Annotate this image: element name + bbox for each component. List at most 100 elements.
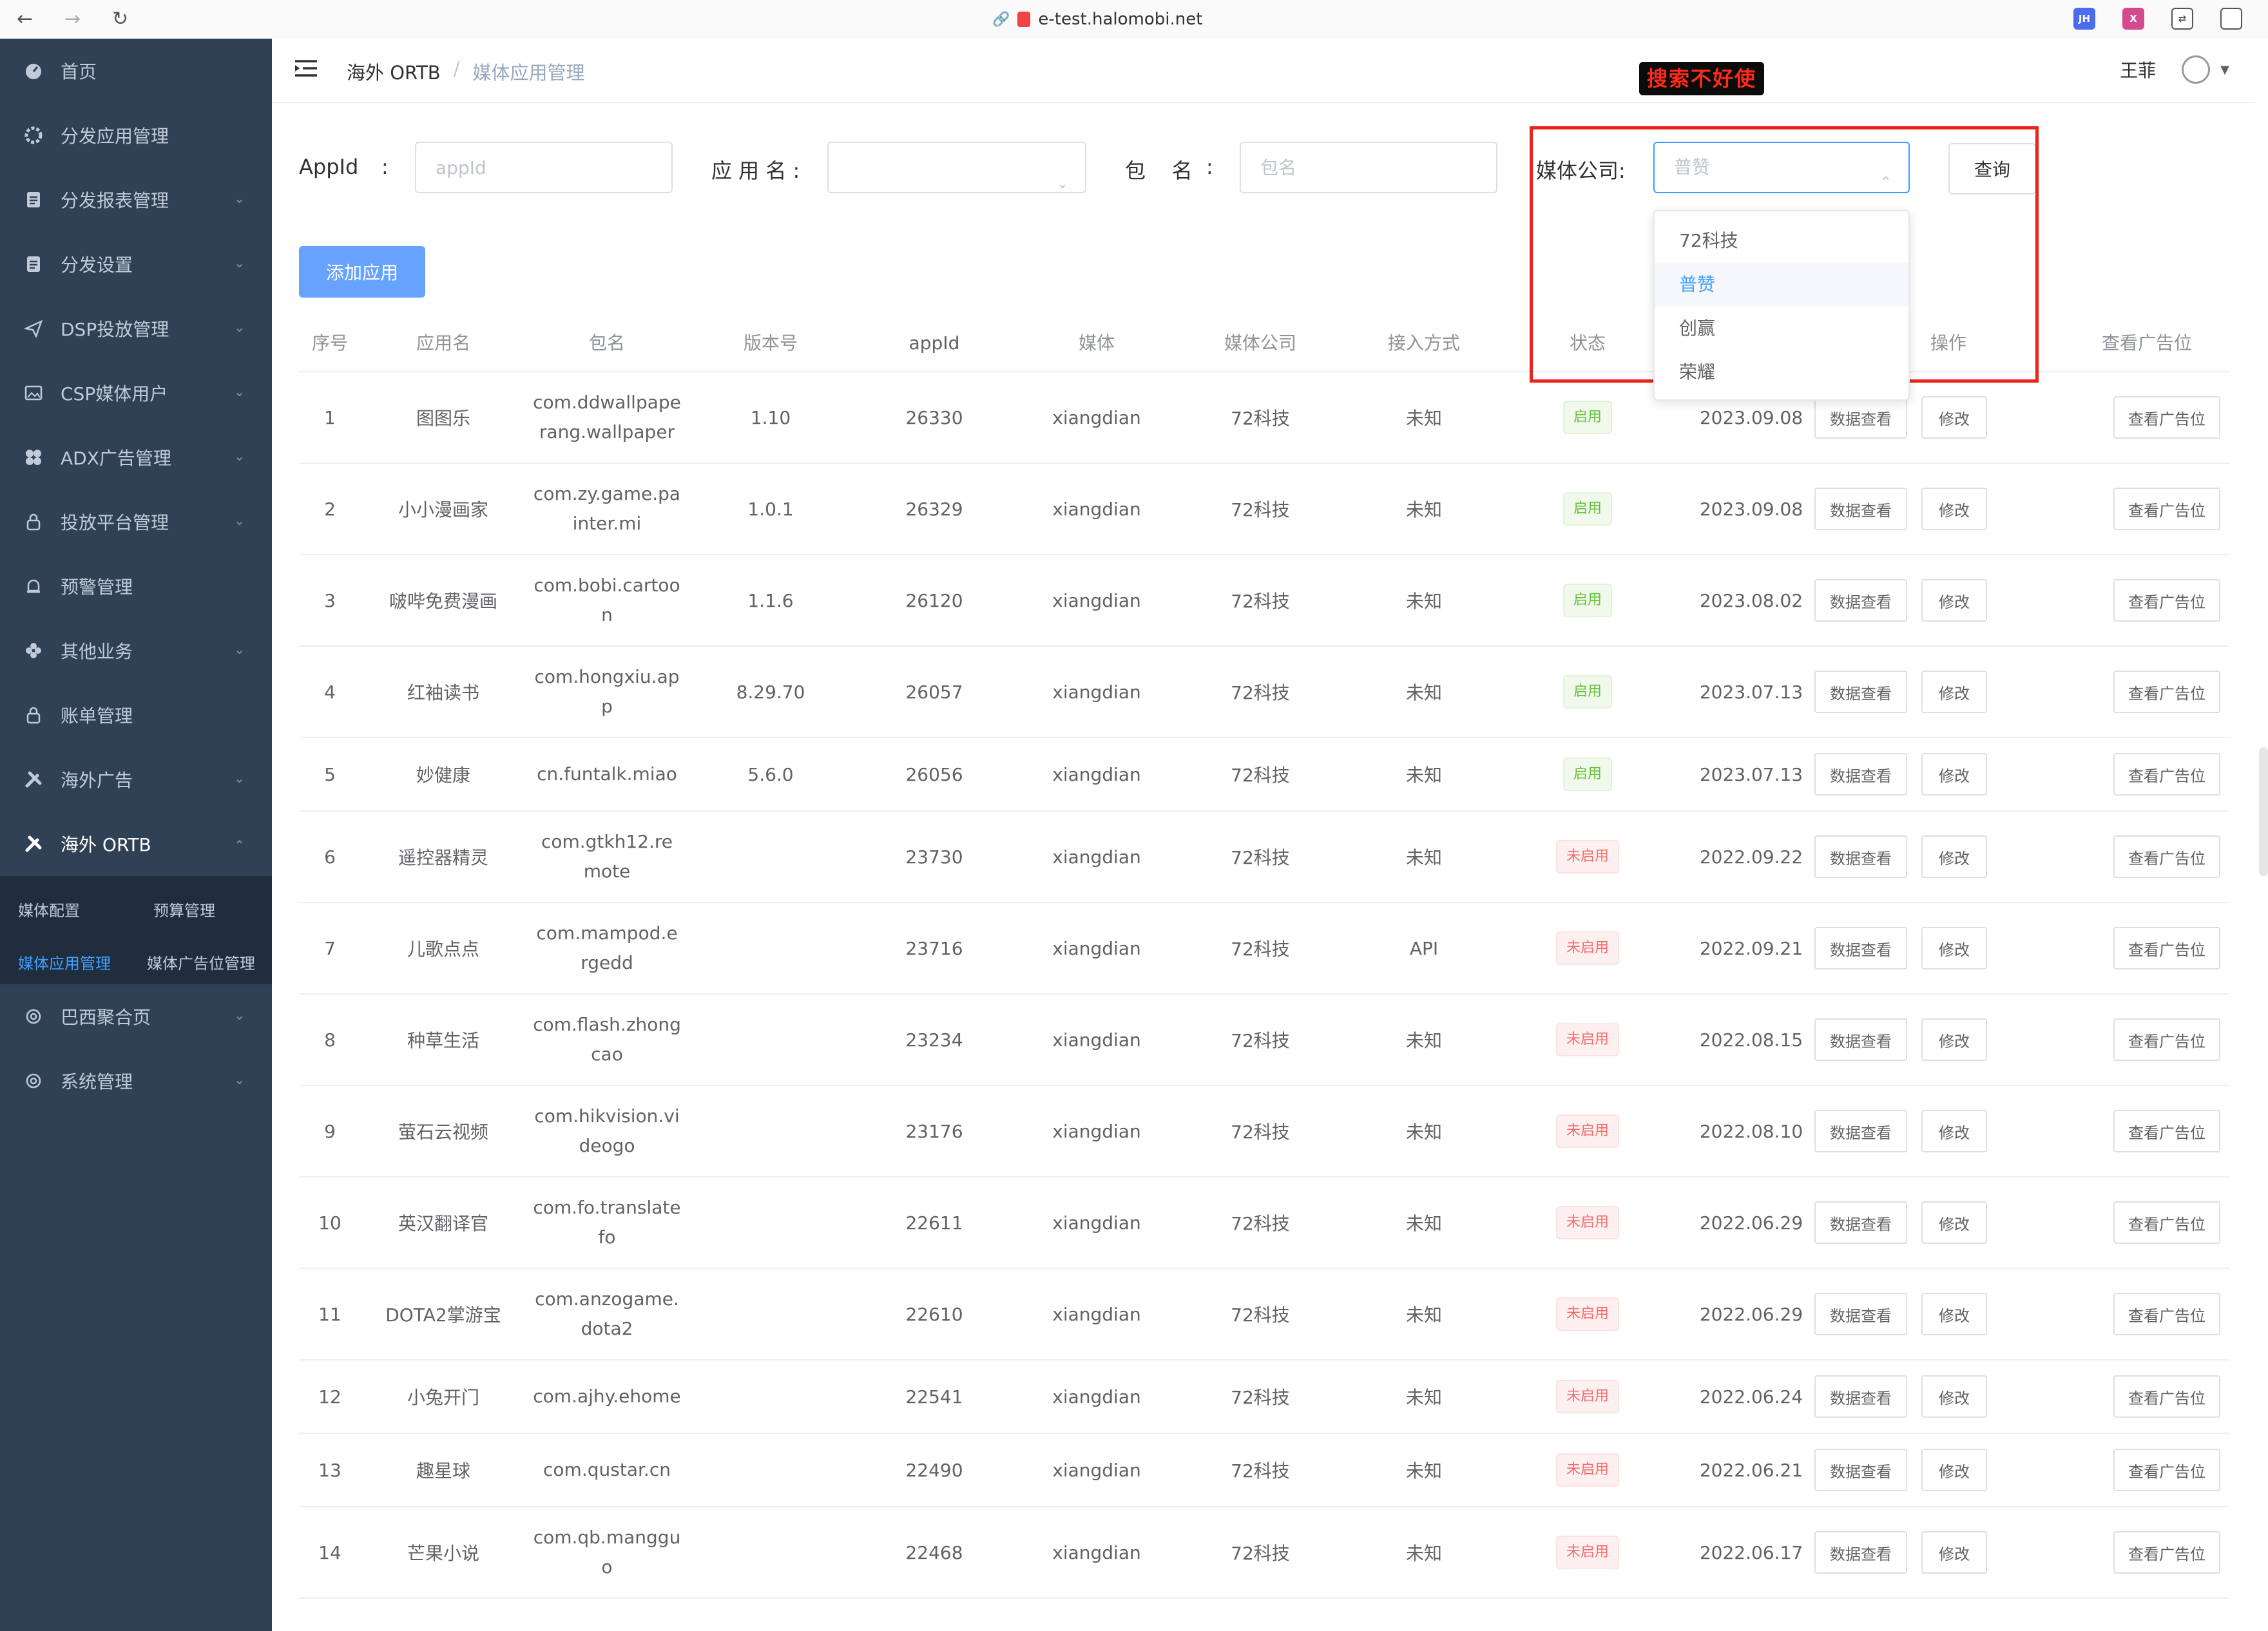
- view-slots-button[interactable]: 查看广告位: [2113, 671, 2220, 713]
- pkg-label: 包 名: [1125, 158, 1193, 183]
- cell-app-name: 英汉翻译官: [398, 1213, 489, 1234]
- sidebar-item-overseas-ads[interactable]: 海外广告 ⌄: [0, 747, 272, 812]
- sidebar-item-adx[interactable]: ADX广告管理 ⌄: [0, 425, 272, 490]
- data-view-button[interactable]: 数据查看: [1814, 488, 1907, 530]
- cell-appid: 22611: [905, 1212, 963, 1234]
- appname-select[interactable]: ⌄: [827, 142, 1086, 193]
- user-menu[interactable]: 王菲 ▼: [2120, 55, 2229, 84]
- sidebar-item-overseas-ortb[interactable]: 海外 ORTB ⌃: [0, 812, 272, 876]
- back-icon[interactable]: ←: [17, 8, 33, 31]
- sidebar-item-alerts[interactable]: 预警管理: [0, 554, 272, 618]
- sidebar-item-dist-reports[interactable]: 分发报表管理 ⌄: [0, 167, 272, 232]
- edit-button[interactable]: 修改: [1921, 1531, 1987, 1574]
- sidebar-submenu-ortb: 媒体配置 预算管理 媒体应用管理 媒体广告位管理: [0, 876, 272, 984]
- page-scrollbar[interactable]: [2259, 747, 2268, 876]
- view-slots-button[interactable]: 查看广告位: [2113, 488, 2220, 530]
- add-app-button[interactable]: 添加应用: [299, 246, 425, 298]
- forward-icon[interactable]: →: [64, 8, 81, 31]
- data-view-button[interactable]: 数据查看: [1814, 671, 1907, 713]
- view-slots-button[interactable]: 查看广告位: [2113, 1449, 2220, 1491]
- view-slots-button[interactable]: 查看广告位: [2113, 835, 2220, 878]
- data-view-button[interactable]: 数据查看: [1814, 1293, 1907, 1335]
- cell-media: xiangdian: [1052, 1303, 1141, 1325]
- sidebar-item-dist-apps[interactable]: 分发应用管理: [0, 103, 272, 167]
- table-row: 12 小兔开门 com.ajhy.ehome 22541 xiangdian 72科技 未知…: [299, 1360, 2229, 1434]
- package-input[interactable]: [1240, 142, 1497, 193]
- extension-translate-icon[interactable]: X: [2122, 8, 2144, 30]
- sidebar-item-media-apps[interactable]: 媒体应用管理: [18, 951, 111, 973]
- reload-icon[interactable]: ↻: [112, 8, 128, 31]
- sidebar-item-system[interactable]: 系统管理 ⌄: [0, 1049, 272, 1113]
- edit-button[interactable]: 修改: [1921, 1201, 1987, 1244]
- extension-jh-icon[interactable]: JH: [2073, 8, 2095, 30]
- view-slots-button[interactable]: 查看广告位: [2113, 1018, 2220, 1061]
- edit-button[interactable]: 修改: [1921, 927, 1987, 969]
- address-bar[interactable]: 🔗 e-test.halomobi.net: [992, 6, 1202, 32]
- edit-button[interactable]: 修改: [1921, 1449, 1987, 1491]
- sidebar-item-label: CSP媒体用户: [61, 383, 168, 405]
- document-icon: [24, 191, 43, 209]
- edit-button[interactable]: 修改: [1921, 488, 1987, 530]
- dropdown-option[interactable]: 创赢: [1655, 307, 1908, 350]
- view-slots-button[interactable]: 查看广告位: [2113, 1375, 2220, 1418]
- view-slots-button[interactable]: 查看广告位: [2113, 1531, 2220, 1574]
- view-slots-button[interactable]: 查看广告位: [2113, 1293, 2220, 1335]
- sidebar-item-home[interactable]: 首页: [0, 39, 272, 103]
- view-slots-button[interactable]: 查看广告位: [2113, 1110, 2220, 1152]
- sidebar-item-dsp[interactable]: DSP投放管理 ⌄: [0, 296, 272, 361]
- edit-button[interactable]: 修改: [1921, 753, 1987, 796]
- edit-button[interactable]: 修改: [1921, 835, 1987, 878]
- edit-button[interactable]: 修改: [1921, 1110, 1987, 1152]
- data-view-button[interactable]: 数据查看: [1814, 396, 1907, 439]
- cell-package: com.gtkh12.remote: [541, 831, 673, 882]
- view-slots-button[interactable]: 查看广告位: [2113, 753, 2220, 796]
- breadcrumb-parent[interactable]: 海外 ORTB: [347, 58, 441, 85]
- cell-access: 未知: [1405, 1304, 1443, 1326]
- cell-appid: 26329: [905, 498, 963, 520]
- view-slots-button[interactable]: 查看广告位: [2113, 1201, 2220, 1244]
- appid-input[interactable]: [415, 142, 673, 193]
- edit-button[interactable]: 修改: [1921, 1375, 1987, 1418]
- sidebar-item-dist-settings[interactable]: 分发设置 ⌄: [0, 232, 272, 296]
- menu-toggle-icon[interactable]: [295, 59, 317, 77]
- data-view-button[interactable]: 数据查看: [1814, 1531, 1907, 1574]
- sidebar-item-csp[interactable]: CSP媒体用户 ⌄: [0, 361, 272, 425]
- cell-no: 3: [324, 589, 336, 611]
- sidebar-item-budget[interactable]: 预算管理: [153, 898, 215, 920]
- dropdown-option[interactable]: 荣耀: [1655, 350, 1908, 394]
- data-view-button[interactable]: 数据查看: [1814, 1375, 1907, 1418]
- data-view-button[interactable]: 数据查看: [1814, 835, 1907, 878]
- sidebar-toggle-icon[interactable]: [2220, 8, 2242, 30]
- cell-app-name: 萤石云视频: [398, 1121, 489, 1143]
- data-view-button[interactable]: 数据查看: [1814, 579, 1907, 622]
- sidebar-item-platform[interactable]: 投放平台管理 ⌄: [0, 490, 272, 554]
- sidebar-item-billing[interactable]: 账单管理: [0, 683, 272, 747]
- avatar[interactable]: [2182, 55, 2211, 84]
- cell-date: 2022.08.10: [1699, 1120, 1803, 1142]
- dropdown-option-selected[interactable]: 普赞: [1655, 263, 1908, 307]
- edit-button[interactable]: 修改: [1921, 1018, 1987, 1061]
- sidebar-item-other[interactable]: 其他业务 ⌄: [0, 618, 272, 683]
- view-slots-button[interactable]: 查看广告位: [2113, 927, 2220, 969]
- status-badge: 未启用: [1555, 1536, 1620, 1569]
- edit-button[interactable]: 修改: [1921, 1293, 1987, 1335]
- data-view-button[interactable]: 数据查看: [1814, 753, 1907, 796]
- cell-version: 1.10: [750, 406, 791, 428]
- edit-button[interactable]: 修改: [1921, 671, 1987, 713]
- extension-switch-icon[interactable]: ⇄: [2171, 8, 2193, 30]
- dropdown-option[interactable]: 72科技: [1655, 219, 1908, 263]
- data-view-button[interactable]: 数据查看: [1814, 1449, 1907, 1491]
- edit-button[interactable]: 修改: [1921, 579, 1987, 622]
- cell-access: 未知: [1405, 1387, 1443, 1408]
- cell-date: 2023.08.02: [1699, 589, 1803, 611]
- data-view-button[interactable]: 数据查看: [1814, 1110, 1907, 1152]
- data-view-button[interactable]: 数据查看: [1814, 1018, 1907, 1061]
- data-view-button[interactable]: 数据查看: [1814, 927, 1907, 969]
- sidebar-item-media-config[interactable]: 媒体配置: [18, 898, 80, 920]
- sidebar-item-media-slots[interactable]: 媒体广告位管理: [147, 951, 255, 973]
- view-slots-button[interactable]: 查看广告位: [2113, 396, 2220, 439]
- data-view-button[interactable]: 数据查看: [1814, 1201, 1907, 1244]
- view-slots-button[interactable]: 查看广告位: [2113, 579, 2220, 622]
- edit-button[interactable]: 修改: [1921, 396, 1987, 439]
- sidebar-item-brazil[interactable]: 巴西聚合页 ⌄: [0, 984, 272, 1049]
